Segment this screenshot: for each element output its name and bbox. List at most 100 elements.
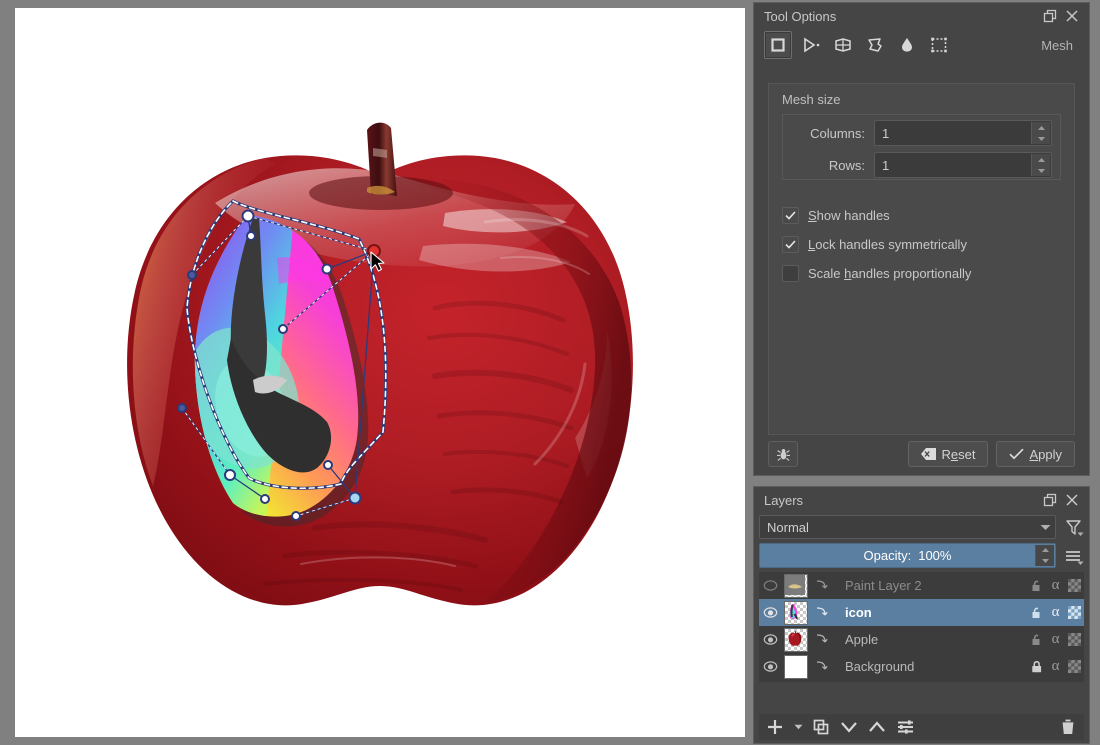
opacity-stepper[interactable]: [1035, 545, 1054, 566]
alpha-icon[interactable]: α: [1046, 604, 1065, 621]
sliders-icon[interactable]: [893, 716, 917, 738]
alpha-inherit-icon[interactable]: [1065, 633, 1084, 646]
table-row[interactable]: Paint Layer 2 α: [759, 572, 1084, 599]
paint-layer-2-thumb[interactable]: [784, 574, 808, 598]
mesh-size-groupbox: Mesh size Columns: 1: [768, 83, 1075, 435]
icon-thumb[interactable]: [784, 601, 808, 625]
chevron-down-icon[interactable]: [837, 716, 861, 738]
close-icon[interactable]: [1061, 6, 1083, 26]
layer-name: Paint Layer 2: [831, 578, 1027, 593]
table-row[interactable]: Background α: [759, 653, 1084, 680]
apply-button[interactable]: Apply: [996, 441, 1075, 467]
alpha-icon[interactable]: α: [1046, 631, 1065, 648]
canvas-page[interactable]: [15, 8, 745, 737]
lock-icon[interactable]: [1027, 579, 1046, 593]
opacity-step-down[interactable]: [1036, 556, 1054, 567]
active-mode-name: Mesh: [1041, 38, 1079, 53]
mode-warp-button[interactable]: [830, 32, 856, 58]
show-handles-checkbox[interactable]: [782, 207, 799, 224]
rows-stepper[interactable]: [1031, 154, 1050, 176]
lock-icon[interactable]: [1027, 660, 1046, 674]
canvas-area[interactable]: [0, 0, 745, 745]
lock-icon[interactable]: [1027, 633, 1046, 647]
right-dock-column: Tool Options: [753, 0, 1100, 745]
background-thumb[interactable]: [784, 655, 808, 679]
show-handles-label: Show handles: [808, 208, 890, 223]
float-icon[interactable]: [1039, 6, 1061, 26]
apple-stem: [367, 123, 397, 196]
visibility-toggle[interactable]: [759, 580, 781, 591]
layer-name: Background: [831, 659, 1027, 674]
lock-handles-checkbox[interactable]: [782, 236, 799, 253]
visibility-toggle[interactable]: [759, 607, 781, 618]
rows-value: 1: [875, 158, 889, 173]
mode-free-transform-button[interactable]: [764, 31, 792, 59]
columns-value: 1: [875, 126, 889, 141]
layers-toolbar[interactable]: [759, 714, 1084, 740]
layers-title: Layers: [764, 493, 1039, 508]
close-icon[interactable]: [1061, 490, 1083, 510]
apple-illustration: [15, 8, 745, 737]
layer-style-icon[interactable]: [811, 579, 831, 592]
hamburger-icon[interactable]: [1062, 545, 1084, 567]
trash-icon[interactable]: [1056, 716, 1080, 738]
reset-icon: [921, 448, 937, 460]
plus-icon[interactable]: [763, 716, 787, 738]
blend-mode-select[interactable]: Normal: [759, 515, 1056, 539]
alpha-inherit-icon[interactable]: [1065, 606, 1084, 619]
duplicate-icon[interactable]: [809, 716, 833, 738]
alpha-inherit-icon[interactable]: [1065, 579, 1084, 592]
scale-handles-checkbox-row[interactable]: Scale handles proportionally: [782, 263, 971, 283]
columns-stepper[interactable]: [1031, 122, 1050, 144]
chevron-down-small-icon[interactable]: [791, 716, 805, 738]
columns-label: Columns:: [783, 126, 874, 141]
apple-thumb[interactable]: [784, 628, 808, 652]
rows-step-down[interactable]: [1032, 165, 1050, 176]
chevron-down-icon: [1040, 524, 1051, 531]
show-handles-checkbox-row[interactable]: Show handles: [782, 205, 890, 225]
columns-step-down[interactable]: [1032, 133, 1050, 144]
rows-step-up[interactable]: [1032, 154, 1050, 165]
columns-step-up[interactable]: [1032, 122, 1050, 133]
tool-options-action-row: Reset Apply: [768, 441, 1075, 467]
filter-icon[interactable]: [1062, 516, 1084, 538]
table-row[interactable]: Apple α: [759, 626, 1084, 653]
transform-mode-strip[interactable]: Mesh: [754, 29, 1089, 61]
layer-style-icon[interactable]: [811, 660, 831, 673]
reset-label: Reset: [942, 447, 976, 462]
visibility-toggle[interactable]: [759, 661, 781, 672]
float-icon[interactable]: [1039, 490, 1061, 510]
lock-handles-checkbox-row[interactable]: Lock handles symmetrically: [782, 234, 967, 254]
apply-label: Apply: [1029, 447, 1062, 462]
opacity-row: Opacity: 100%: [759, 543, 1084, 568]
mode-mesh-button[interactable]: [926, 32, 952, 58]
layer-style-icon[interactable]: [811, 606, 831, 619]
alpha-icon[interactable]: α: [1046, 658, 1065, 675]
rows-label: Rows:: [783, 158, 874, 173]
layer-style-icon[interactable]: [811, 633, 831, 646]
layer-list[interactable]: Paint Layer 2 α: [759, 572, 1084, 682]
scale-handles-checkbox[interactable]: [782, 265, 799, 282]
lock-icon[interactable]: [1027, 606, 1046, 620]
table-row[interactable]: icon α: [759, 599, 1084, 626]
lock-handles-label: Lock handles symmetrically: [808, 237, 967, 252]
rows-spinbox[interactable]: 1: [874, 152, 1052, 178]
mode-cage-button[interactable]: [862, 32, 888, 58]
alpha-inherit-icon[interactable]: [1065, 660, 1084, 673]
layers-dock: Layers Normal: [753, 486, 1090, 744]
chevron-up-icon[interactable]: [865, 716, 889, 738]
mesh-size-label: Mesh size: [782, 92, 841, 107]
opacity-step-up[interactable]: [1036, 545, 1054, 556]
apple-artwork: [15, 8, 745, 737]
alpha-icon[interactable]: α: [1046, 577, 1065, 594]
blend-mode-value: Normal: [767, 520, 1040, 535]
scale-handles-label: Scale handles proportionally: [808, 266, 971, 281]
mode-perspective-button[interactable]: [798, 32, 824, 58]
opacity-slider[interactable]: Opacity: 100%: [759, 543, 1056, 568]
tool-options-dock: Tool Options: [753, 2, 1090, 476]
columns-spinbox[interactable]: 1: [874, 120, 1052, 146]
bug-icon[interactable]: [768, 441, 798, 467]
mode-liquify-button[interactable]: [894, 32, 920, 58]
reset-button[interactable]: Reset: [908, 441, 989, 467]
visibility-toggle[interactable]: [759, 634, 781, 645]
